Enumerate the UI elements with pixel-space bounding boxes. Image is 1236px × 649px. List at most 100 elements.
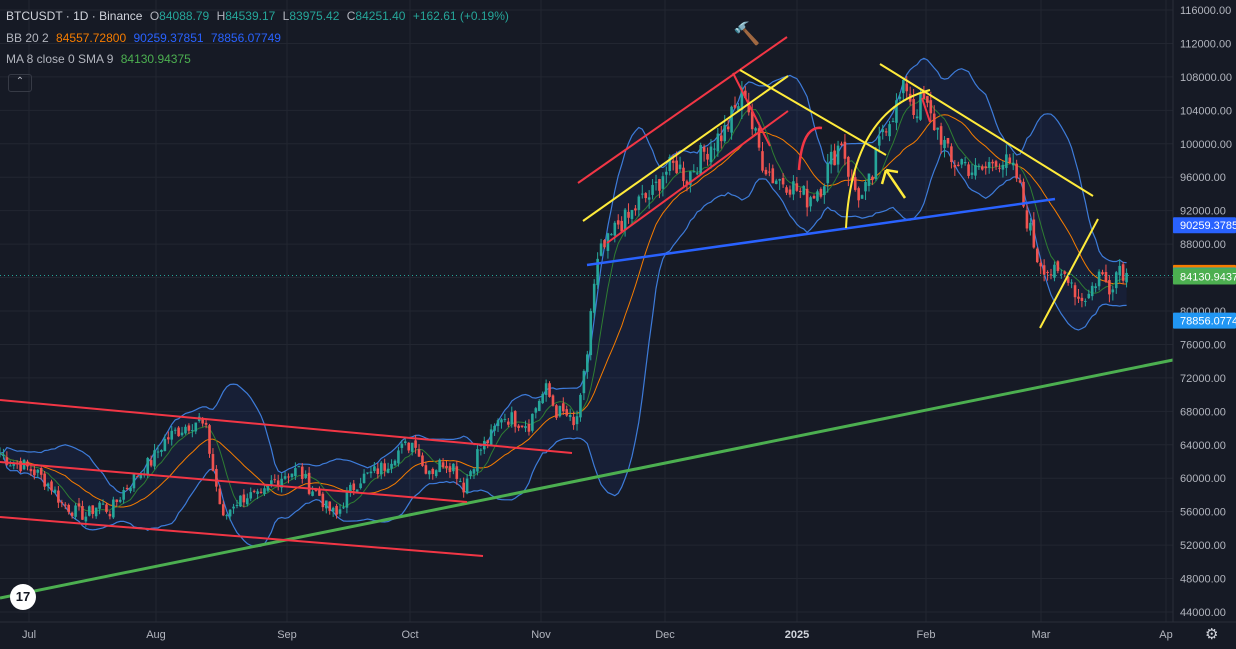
- symbol-label[interactable]: BTCUSDT · 1D · Binance: [6, 9, 142, 23]
- candle-body: [929, 100, 933, 114]
- candle-body: [146, 458, 149, 476]
- candle-body: [118, 499, 122, 502]
- candle-body: [1035, 248, 1039, 263]
- candle-body: [218, 488, 222, 505]
- high-value: 84539.17: [225, 9, 276, 23]
- price-label-ma: 84130.9437: [1173, 268, 1236, 285]
- candle-body: [716, 133, 720, 152]
- candle-body: [802, 185, 806, 195]
- candle-body: [987, 161, 991, 168]
- candle-body: [479, 449, 483, 451]
- candle-body: [592, 283, 596, 313]
- candle-body: [713, 148, 716, 150]
- candle-body: [774, 180, 778, 184]
- candle-body: [905, 83, 909, 92]
- candle-body: [342, 507, 345, 509]
- chart-grid: [0, 0, 1173, 622]
- candle-body: [778, 179, 781, 181]
- candle-body: [132, 474, 136, 489]
- candle-body: [39, 467, 43, 475]
- candle-body: [867, 173, 871, 186]
- candle-body: [898, 96, 902, 99]
- candle-body: [84, 516, 88, 522]
- candle-body: [630, 209, 634, 219]
- candle-body: [864, 182, 867, 192]
- hammer-icon: 🔨: [733, 21, 761, 46]
- chevron-up-icon[interactable]: ⌃: [8, 74, 32, 92]
- price-axis: 116000.00 112000.00 108000.00 104000.00 1000…: [1172, 0, 1232, 622]
- candle-body: [496, 420, 500, 427]
- gear-icon[interactable]: ⚙: [1205, 625, 1218, 643]
- candle-body: [445, 465, 448, 469]
- candle-body: [764, 169, 768, 175]
- candle-body: [94, 507, 98, 517]
- x-tick-label: Dec: [655, 629, 675, 641]
- open-label: O: [149, 9, 160, 23]
- candle-body: [469, 471, 472, 477]
- candle-body: [795, 183, 799, 191]
- candle-body: [946, 137, 950, 144]
- candle-body: [1121, 264, 1125, 281]
- ma-legend[interactable]: MA 8 close 0 SMA 9 84130.94375: [6, 52, 195, 66]
- candle-body: [836, 145, 840, 165]
- candle-body: [1025, 210, 1029, 229]
- candle-body: [833, 150, 836, 166]
- candle-body: [575, 416, 579, 425]
- candle-body: [809, 197, 812, 207]
- candle-body: [91, 505, 95, 514]
- candle-body: [1087, 293, 1091, 299]
- candle-body: [709, 146, 713, 163]
- candle-body: [256, 491, 259, 494]
- candle-body: [847, 156, 850, 177]
- candle-body: [1042, 265, 1046, 275]
- candle-body: [503, 418, 507, 420]
- candle-body: [981, 166, 984, 170]
- candle-body: [215, 468, 218, 487]
- candle-body: [328, 501, 332, 511]
- candle-body: [579, 394, 582, 418]
- candle-body: [771, 168, 775, 184]
- candle-body: [627, 211, 630, 218]
- y-tick-label: 112000.00: [1180, 38, 1231, 50]
- bb-legend[interactable]: BB 20 2 84557.72800 90259.37851 78856.07…: [6, 31, 285, 45]
- candle-body: [589, 311, 593, 356]
- bb-upper-value: 90259.37851: [133, 31, 204, 45]
- candle-body: [259, 491, 263, 493]
- candle-body: [812, 196, 816, 199]
- candle-body: [77, 503, 81, 507]
- candle-body: [458, 481, 462, 483]
- candle-body: [486, 440, 490, 444]
- candle-body: [599, 243, 603, 256]
- candle-body: [754, 128, 757, 131]
- y-tick-label: 48000.00: [1180, 574, 1226, 586]
- candle-body: [9, 465, 12, 467]
- candle-body: [692, 171, 696, 173]
- candle-body: [874, 149, 878, 179]
- candle-body: [967, 164, 970, 176]
- candle-body: [781, 178, 785, 185]
- candle-body: [651, 184, 654, 195]
- candle-body: [544, 383, 548, 395]
- candle-body: [912, 99, 915, 116]
- candle-body: [843, 141, 847, 159]
- candle-body: [345, 490, 349, 508]
- candle-body: [383, 463, 386, 471]
- tradingview-logo-icon[interactable]: 17: [10, 584, 36, 610]
- candle-body: [108, 514, 112, 517]
- candle-body: [994, 161, 998, 167]
- candle-body: [122, 490, 125, 500]
- candle-body: [1015, 163, 1018, 179]
- candle-body: [520, 425, 524, 428]
- candle-body: [919, 93, 922, 120]
- bb-basis-value: 84557.72800: [56, 31, 127, 45]
- candle-body: [276, 480, 280, 486]
- price-chart[interactable]: 116000.00 112000.00 108000.00 104000.00 1000…: [0, 0, 1236, 649]
- candle-body: [1018, 180, 1022, 183]
- candle-body: [548, 383, 551, 397]
- candle-body: [67, 504, 70, 513]
- candle-body: [582, 370, 586, 394]
- candle-body: [1029, 222, 1032, 231]
- high-label: H: [216, 9, 226, 23]
- candle-body: [43, 473, 46, 487]
- candle-body: [613, 222, 617, 236]
